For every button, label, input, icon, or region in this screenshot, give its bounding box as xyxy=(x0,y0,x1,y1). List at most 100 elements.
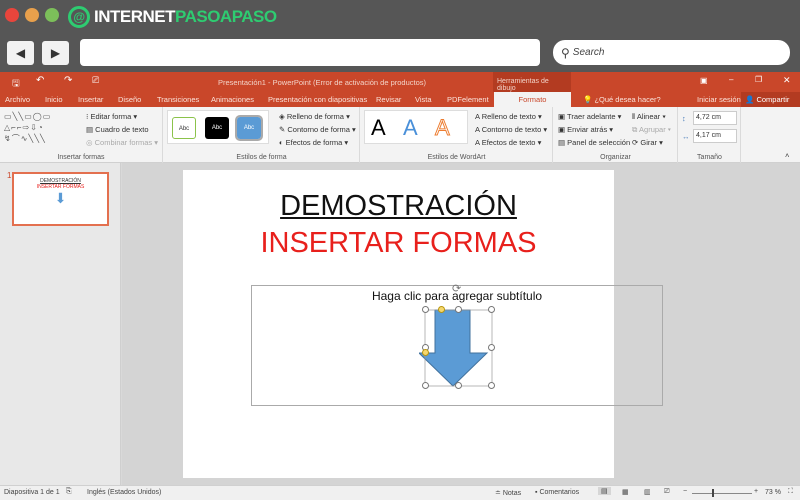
tell-me-box[interactable]: 💡 ¿Qué desea hacer? xyxy=(583,95,661,104)
spellcheck-icon[interactable]: ⎘ xyxy=(66,488,72,496)
maximize-window-button[interactable] xyxy=(45,8,59,22)
context-tab-header: Herramientas de dibujo xyxy=(493,72,571,92)
send-backward-button[interactable]: ▣ Enviar atrás ▾ xyxy=(558,125,613,134)
minimize-icon[interactable]: – xyxy=(729,75,733,84)
tab-archivo[interactable]: Archivo xyxy=(5,95,30,104)
slide[interactable]: DEMOSTRACIÓN INSERTAR FORMAS Haga clic p… xyxy=(183,170,663,478)
resize-handle[interactable] xyxy=(422,306,429,313)
tab-diseno[interactable]: Diseño xyxy=(118,95,141,104)
wordart-orange[interactable]: A xyxy=(435,115,451,141)
tab-inicio[interactable]: Inicio xyxy=(45,95,63,104)
slide-title[interactable]: DEMOSTRACIÓN xyxy=(183,190,614,223)
resize-handle[interactable] xyxy=(488,344,495,351)
tab-animaciones[interactable]: Animaciones xyxy=(211,95,254,104)
group-label: Estilos de WordArt xyxy=(427,154,486,161)
arrow-shape[interactable] xyxy=(419,305,499,391)
normal-view-icon[interactable]: ▤ xyxy=(598,487,611,495)
tab-transiciones[interactable]: Transiciones xyxy=(157,95,199,104)
slide-sorter-icon[interactable]: ▦ xyxy=(622,488,629,496)
fit-slide-icon[interactable]: ⛶ xyxy=(788,488,793,496)
slide-counter: Diapositiva 1 de 1 xyxy=(4,489,60,496)
zoom-slider[interactable] xyxy=(692,493,752,494)
group-button[interactable]: ⧉ Agrupar ▾ xyxy=(632,125,671,135)
style-preset-white[interactable]: Abc xyxy=(172,117,196,139)
restore-icon[interactable]: ❐ xyxy=(755,75,762,84)
minimize-window-button[interactable] xyxy=(25,8,39,22)
address-bar[interactable] xyxy=(80,39,540,66)
ribbon-display-icon[interactable]: ▣ xyxy=(700,76,708,85)
zoom-out-button[interactable]: − xyxy=(683,488,687,495)
shape-fill-button[interactable]: ◈ Relleno de forma ▾ xyxy=(279,112,350,121)
shapes-gallery[interactable]: ▭╲╲▭◯▭ △⌐⌐⇨⇩◔ ↯⌒∿╲╲╲ xyxy=(4,111,76,145)
width-input[interactable]: 4,17 cm xyxy=(693,129,737,143)
shape-outline-label: Contorno de forma xyxy=(287,125,350,134)
rotate-handle-icon[interactable]: ⟳ xyxy=(452,282,461,295)
zoom-slider-thumb[interactable] xyxy=(712,489,714,497)
shape-outline-button[interactable]: ✎ Contorno de forma ▾ xyxy=(279,125,356,134)
bring-forward-button[interactable]: ▣ Traer adelante ▾ xyxy=(558,112,621,121)
adjust-handle[interactable] xyxy=(422,349,429,356)
resize-handle[interactable] xyxy=(455,382,462,389)
tab-vista[interactable]: Vista xyxy=(415,95,432,104)
group-insert-shapes: ▭╲╲▭◯▭ △⌐⌐⇨⇩◔ ↯⌒∿╲╲╲ ⁝ Editar forma ▾ ▤ Cu… xyxy=(0,107,163,163)
text-box-button[interactable]: ▤ Cuadro de texto xyxy=(86,125,149,134)
align-button[interactable]: ⫴ Alinear ▾ xyxy=(632,112,666,122)
redo-icon[interactable]: ↷ xyxy=(64,75,72,86)
language-status[interactable]: Inglés (Estados Unidos) xyxy=(87,489,161,496)
slideshow-icon[interactable]: ⎚ xyxy=(664,488,670,496)
resize-handle[interactable] xyxy=(455,306,462,313)
share-label: Compartir xyxy=(756,95,790,104)
tab-formato[interactable]: Formato xyxy=(494,92,571,107)
edit-shape-label: Editar forma xyxy=(90,112,132,121)
merge-shapes-label: Combinar formas xyxy=(94,138,153,147)
resize-handle[interactable] xyxy=(488,306,495,313)
rotate-button[interactable]: ⟳ Girar ▾ xyxy=(632,138,663,147)
slide-subtitle[interactable]: INSERTAR FORMAS xyxy=(183,227,614,260)
signin-link[interactable]: Iniciar sesión xyxy=(697,95,741,104)
text-fill-button[interactable]: A Relleno de texto ▾ xyxy=(475,112,542,121)
text-outline-button[interactable]: A Contorno de texto ▾ xyxy=(475,125,547,134)
forward-button[interactable]: ▶ xyxy=(42,41,69,65)
logo-text: INTERNET xyxy=(94,7,176,26)
tab-insertar[interactable]: Insertar xyxy=(78,95,103,104)
zoom-in-button[interactable]: + xyxy=(754,488,758,495)
comments-button[interactable]: ▪ Comentarios xyxy=(535,489,579,496)
style-preset-black[interactable]: Abc xyxy=(205,117,229,139)
reading-view-icon[interactable]: ▥ xyxy=(644,488,651,496)
group-label: Estilos de forma xyxy=(236,154,287,161)
tab-pdfelement[interactable]: PDFelement xyxy=(447,95,489,104)
height-input[interactable]: 4,72 cm xyxy=(693,111,737,125)
present-icon[interactable]: ⎚ xyxy=(92,75,99,86)
tab-presentacion[interactable]: Presentación con diapositivas xyxy=(268,95,367,104)
back-button[interactable]: ◀ xyxy=(7,41,34,65)
slide-thumbnail[interactable]: DEMOSTRACIÓN INSERTAR FORMAS ⬇ xyxy=(12,172,109,226)
close-icon[interactable]: ✕ xyxy=(783,75,791,86)
text-fill-label: Relleno de texto xyxy=(481,112,536,121)
resize-handle[interactable] xyxy=(422,382,429,389)
wordart-black[interactable]: A xyxy=(371,115,386,141)
resize-handle[interactable] xyxy=(488,382,495,389)
shape-fill-label: Relleno de forma xyxy=(286,112,344,121)
edit-shape-button[interactable]: ⁝ Editar forma ▾ xyxy=(86,112,137,121)
zoom-level[interactable]: 73 % xyxy=(765,489,781,496)
merge-shapes-button[interactable]: ◎ Combinar formas ▾ xyxy=(86,138,158,147)
group-size: ↕ 4,72 cm ↔ 4,17 cm Tamaño xyxy=(679,107,741,163)
notes-button[interactable]: ≐ Notas xyxy=(495,489,521,497)
share-button[interactable]: 👤 Compartir xyxy=(741,92,800,107)
wordart-blue[interactable]: A xyxy=(403,115,418,141)
selection-pane-button[interactable]: ▤ Panel de selección xyxy=(558,138,630,147)
text-effects-button[interactable]: A Efectos de texto ▾ xyxy=(475,138,541,147)
group-shape-styles: Abc Abc Abc ◈ Relleno de forma ▾ ✎ Conto… xyxy=(164,107,360,163)
style-preset-blue[interactable]: Abc xyxy=(235,115,263,141)
shape-effects-button[interactable]: ◐ Efectos de forma ▾ xyxy=(279,138,348,147)
close-window-button[interactable] xyxy=(5,8,19,22)
tab-revisar[interactable]: Revisar xyxy=(376,95,401,104)
collapse-ribbon-icon[interactable]: ˄ xyxy=(785,151,789,160)
group-label: Tamaño xyxy=(697,154,722,161)
group-label: Organizar xyxy=(600,154,631,161)
adjust-handle[interactable] xyxy=(438,306,445,313)
undo-icon[interactable]: ↶ xyxy=(36,75,44,86)
logo-text-green: PASOAPASO xyxy=(175,7,277,26)
save-icon[interactable]: 🖫 xyxy=(12,76,20,92)
search-input[interactable]: ⚲ Search xyxy=(553,40,790,65)
